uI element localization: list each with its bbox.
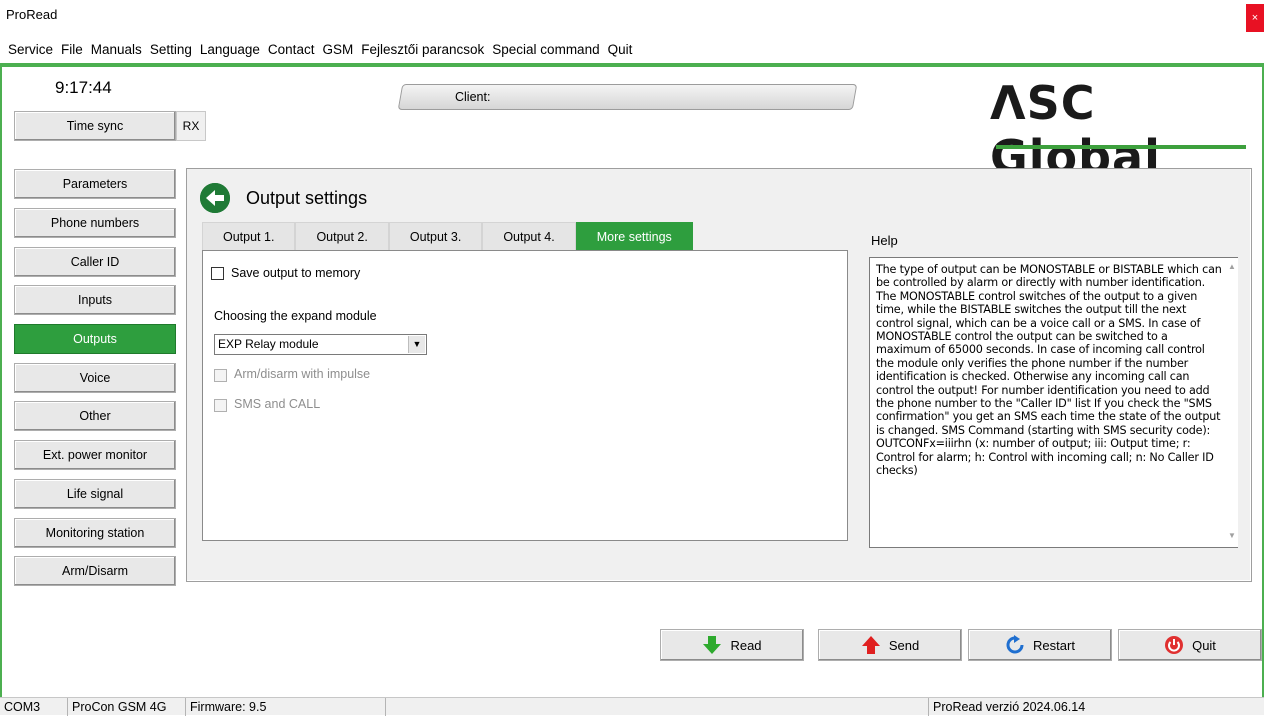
read-button[interactable]: Read	[660, 629, 804, 661]
read-label: Read	[730, 637, 762, 653]
client-label: Client:	[455, 90, 491, 104]
panel-title: Output settings	[246, 188, 368, 208]
sidebar-item-ext-power-monitor[interactable]: Ext. power monitor	[14, 440, 176, 470]
help-scrollbar[interactable]: ▲ ▼	[1226, 258, 1238, 547]
tab-output-2[interactable]: Output 2.	[295, 222, 389, 250]
sms-call-checkbox[interactable]	[214, 399, 227, 412]
scroll-up-icon[interactable]: ▲	[1226, 262, 1238, 274]
expand-module-select[interactable]: EXP Relay module ▼	[214, 334, 427, 355]
expand-module-label: Choosing the expand module	[214, 309, 377, 323]
menu-contact[interactable]: Contact	[264, 38, 319, 62]
sidebar-item-outputs[interactable]: Outputs	[14, 324, 176, 354]
title-bar: ProRead ×	[0, 0, 1264, 34]
window-border-left	[0, 67, 2, 697]
restart-label: Restart	[1033, 637, 1075, 653]
close-icon[interactable]: ×	[1246, 4, 1264, 32]
menu-service[interactable]: Service	[4, 38, 57, 62]
menu-developer-commands[interactable]: Fejlesztői parancsok	[357, 38, 488, 62]
status-device: ProCon GSM 4G	[68, 698, 186, 716]
tab-content	[202, 250, 848, 541]
sidebar-item-life-signal[interactable]: Life signal	[14, 479, 176, 509]
menu-divider	[0, 63, 1264, 67]
clock-display: 9:17:44	[55, 78, 112, 97]
sidebar-item-caller-id[interactable]: Caller ID	[14, 247, 176, 277]
status-version: ProRead verzió 2024.06.14	[933, 700, 1086, 714]
time-sync-button[interactable]: Time sync	[14, 111, 176, 141]
status-bar: COM3 ProCon GSM 4G Firmware: 9.5 ProRead…	[0, 697, 1264, 716]
output-tabs: Output 1. Output 2. Output 3. Output 4. …	[202, 222, 693, 250]
window-title: ProRead	[6, 7, 58, 22]
menu-special-command[interactable]: Special command	[488, 38, 603, 62]
status-spacer	[386, 698, 929, 716]
sidebar-item-voice[interactable]: Voice	[14, 363, 176, 393]
tab-output-4[interactable]: Output 4.	[482, 222, 576, 250]
arm-disarm-checkbox[interactable]	[214, 369, 227, 382]
tab-more-settings[interactable]: More settings	[575, 222, 693, 250]
arm-disarm-label: Arm/disarm with impulse	[234, 367, 371, 381]
menu-setting[interactable]: Setting	[146, 38, 196, 62]
up-arrow-icon	[861, 636, 880, 654]
save-output-label: Save output to memory	[231, 266, 361, 280]
sidebar-item-parameters[interactable]: Parameters	[14, 169, 176, 199]
scroll-down-icon[interactable]: ▼	[1226, 531, 1238, 543]
menu-file[interactable]: File	[57, 38, 87, 62]
expand-module-value: EXP Relay module	[218, 337, 319, 351]
send-label: Send	[888, 637, 920, 653]
menu-quit[interactable]: Quit	[604, 38, 637, 62]
status-firmware: Firmware: 9.5	[186, 698, 386, 716]
rx-indicator: RX	[176, 111, 206, 141]
help-label: Help	[871, 233, 898, 248]
menu-manuals[interactable]: Manuals	[87, 38, 146, 62]
quit-label: Quit	[1192, 637, 1216, 653]
restart-icon	[1006, 635, 1024, 654]
logo-underline	[996, 145, 1246, 149]
save-output-checkbox[interactable]	[211, 267, 224, 280]
back-arrow-icon[interactable]	[200, 183, 230, 213]
tab-output-1[interactable]: Output 1.	[202, 222, 296, 250]
down-arrow-icon	[703, 636, 722, 654]
tab-output-3[interactable]: Output 3.	[388, 222, 483, 250]
sidebar-item-monitoring-station[interactable]: Monitoring station	[14, 518, 176, 548]
menu-gsm[interactable]: GSM	[318, 38, 357, 62]
restart-button[interactable]: Restart	[968, 629, 1112, 661]
sidebar-item-other[interactable]: Other	[14, 401, 176, 431]
sidebar-item-phone-numbers[interactable]: Phone numbers	[14, 208, 176, 238]
menu-language[interactable]: Language	[196, 38, 264, 62]
help-text: The type of output can be MONOSTABLE or …	[876, 263, 1222, 478]
sidebar-item-inputs[interactable]: Inputs	[14, 285, 176, 315]
quit-button[interactable]: Quit	[1118, 629, 1262, 661]
power-icon	[1165, 636, 1184, 654]
sms-call-label: SMS and CALL	[234, 397, 321, 411]
status-port: COM3	[0, 698, 68, 716]
send-button[interactable]: Send	[818, 629, 962, 661]
chevron-down-icon[interactable]: ▼	[408, 336, 425, 353]
sidebar-item-arm-disarm[interactable]: Arm/Disarm	[14, 556, 176, 586]
menu-bar: Service File Manuals Setting Language Co…	[0, 38, 1264, 62]
